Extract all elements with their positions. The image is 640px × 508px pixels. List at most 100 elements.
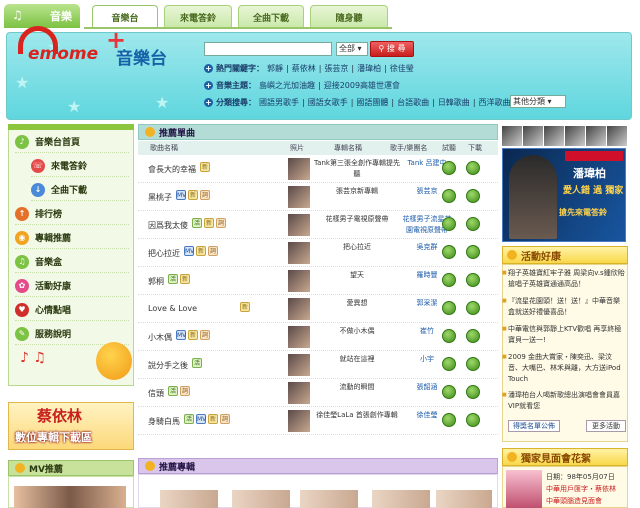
listen-icon[interactable] [442,217,456,231]
sidebar-item-ringback[interactable]: ☏ 來電答鈴 [31,155,129,177]
artist-thumbnail[interactable] [502,126,522,146]
hot-badge-icon[interactable]: 活 [168,386,178,396]
album-thumbnail[interactable] [160,490,218,508]
artist-photo[interactable] [288,158,310,180]
artist-photo[interactable] [288,410,310,432]
album-name[interactable]: Tank第三張全創作專輯提先聽 [312,158,402,180]
song-name-link[interactable]: 身騎白馬 [148,416,180,427]
music-topic-link[interactable]: 迎接2009高雄世運會 [324,80,400,91]
tab-portable-player[interactable]: 隨身聽 [310,5,388,28]
album-thumbnail[interactable] [372,490,430,508]
download-icon[interactable] [466,329,480,343]
new-badge-icon[interactable]: 新 [180,274,190,284]
other-category-select[interactable]: 其他分類 ▾ [510,95,566,108]
artist-thumbnail[interactable] [586,126,606,146]
song-name-link[interactable]: 黑桃子 [148,192,172,203]
activity-link[interactable]: 中華電信與郭靜上KTV歡唱 再享終極寶貝一送一! [502,324,626,346]
album-thumbnail[interactable] [232,490,290,508]
category-link[interactable]: 國語團體 [356,97,388,108]
meetup-line[interactable]: 中華頭腦造見面會 [546,496,602,506]
lyr-badge-icon[interactable]: 詞 [200,330,210,340]
listen-icon[interactable] [442,189,456,203]
mv-badge-icon[interactable]: MV [176,330,186,340]
sidebar-item-music-box[interactable]: ♫ 音樂盒 [15,251,129,273]
album-name[interactable]: 張芸京新專輯 [312,186,402,197]
song-name-link[interactable]: 因爲我太傻 [148,220,188,231]
sidebar-item-chart[interactable]: ↑ 排行榜 [15,203,129,225]
lyr-badge-icon[interactable]: 詞 [208,246,218,256]
category-link[interactable]: 國語男歌手 [259,97,299,108]
artist-thumbnail[interactable] [523,126,543,146]
song-name-link[interactable]: 把心拉近 [148,248,180,259]
sidebar-item-album-recommend[interactable]: ◉ 專輯推薦 [15,227,129,249]
artist-thumbnail[interactable] [565,126,585,146]
artist-photo[interactable] [288,298,310,320]
artist-photo[interactable] [288,270,310,292]
listen-icon[interactable] [442,161,456,175]
album-name[interactable]: 不做小木偶 [312,326,402,337]
album-thumbnail[interactable] [436,490,492,508]
sidebar-item-full-download[interactable]: ↓ 全曲下載 [31,179,129,201]
hot-keyword-link[interactable]: 蔡依林 [292,63,316,74]
wilber-pan-ad-banner[interactable]: 潘瑋柏 愛人錯 過 獨家 搶先來電答鈴 [502,148,626,242]
download-icon[interactable] [466,357,480,371]
download-icon[interactable] [466,273,480,287]
lyr-badge-icon[interactable]: 詞 [180,386,190,396]
emome-logo[interactable]: emome + 音樂台 [14,20,188,74]
hot-keyword-link[interactable]: 郭靜 [267,63,283,74]
album-name[interactable]: 流動的瞬間 [312,382,402,393]
listen-icon[interactable] [442,273,456,287]
song-name-link[interactable]: 郭桐 [148,276,164,287]
new-badge-icon[interactable]: 新 [196,246,206,256]
new-badge-icon[interactable]: 新 [188,330,198,340]
new-badge-icon[interactable]: 新 [188,190,198,200]
hot-keyword-link[interactable]: 潘瑋柏 [357,63,381,74]
mv-badge-icon[interactable]: MV [196,414,206,424]
album-name[interactable]: 愛異想 [312,298,402,309]
meetup-line[interactable]: 中華用戶匯字・蔡依林 [546,484,616,494]
listen-icon[interactable] [442,245,456,259]
search-scope-select[interactable]: 全部 ▾ [336,42,368,56]
download-icon[interactable] [466,301,480,315]
download-icon[interactable] [466,413,480,427]
new-badge-icon[interactable]: 新 [240,302,250,312]
hot-badge-icon[interactable]: 活 [192,218,202,228]
artist-photo[interactable] [288,354,310,376]
artist-photo[interactable] [288,242,310,264]
activity-link[interactable]: 『流星花園頭！送！送！』中華音樂盒就送好禮優喜品！ [502,296,626,318]
album-name[interactable]: 望天 [312,270,402,281]
hot-keyword-link[interactable]: 張芸京 [324,63,348,74]
winners-list-button[interactable]: 得獎名單公佈 [508,420,560,432]
activity-link[interactable]: 2009 金曲大賞家・陳奕迅、梁汶音、大嘴巴、林禾與離，大方送iPod Touc… [502,352,626,385]
download-icon[interactable] [466,161,480,175]
tab-full-download[interactable]: 全曲下載 [238,5,304,28]
meetup-photo[interactable] [506,470,542,508]
category-link[interactable]: 西洋歌曲 [479,97,511,108]
category-link[interactable]: 日韓歌曲 [438,97,470,108]
hot-badge-icon[interactable]: 活 [168,274,178,284]
artist-photo[interactable] [288,326,310,348]
listen-icon[interactable] [442,413,456,427]
search-button[interactable]: ⚲ 搜 尋 [370,41,414,57]
song-name-link[interactable]: 小木偶 [148,332,172,343]
sidebar-item-home[interactable]: ♪ 音樂台首頁 [15,131,129,153]
download-icon[interactable] [466,217,480,231]
music-topic-link[interactable]: 島嶼之光加油趣 [259,80,315,91]
activity-link[interactable]: 翔子英雄寶紅牢子雅 周梁向v.s鍾欣貽 搶唱子英雄寶通通高品！ [502,268,626,290]
new-badge-icon[interactable]: 新 [204,218,214,228]
listen-icon[interactable] [442,357,456,371]
category-link[interactable]: 台語歌曲 [397,97,429,108]
artist-photo[interactable] [288,186,310,208]
download-icon[interactable] [466,189,480,203]
song-name-link[interactable]: 會長大的幸福 [148,164,196,175]
listen-icon[interactable] [442,329,456,343]
more-activities-button[interactable]: 更多活動 [586,420,626,432]
download-icon[interactable] [466,245,480,259]
album-name[interactable]: 把心拉近 [312,242,402,253]
jolin-download-banner[interactable]: 蔡依林 數位專輯下載區 [8,402,134,450]
listen-icon[interactable] [442,301,456,315]
lyr-badge-icon[interactable]: 詞 [220,414,230,424]
artist-photo[interactable] [288,382,310,404]
artist-thumbnail[interactable] [607,126,627,146]
lyr-badge-icon[interactable]: 詞 [216,218,226,228]
